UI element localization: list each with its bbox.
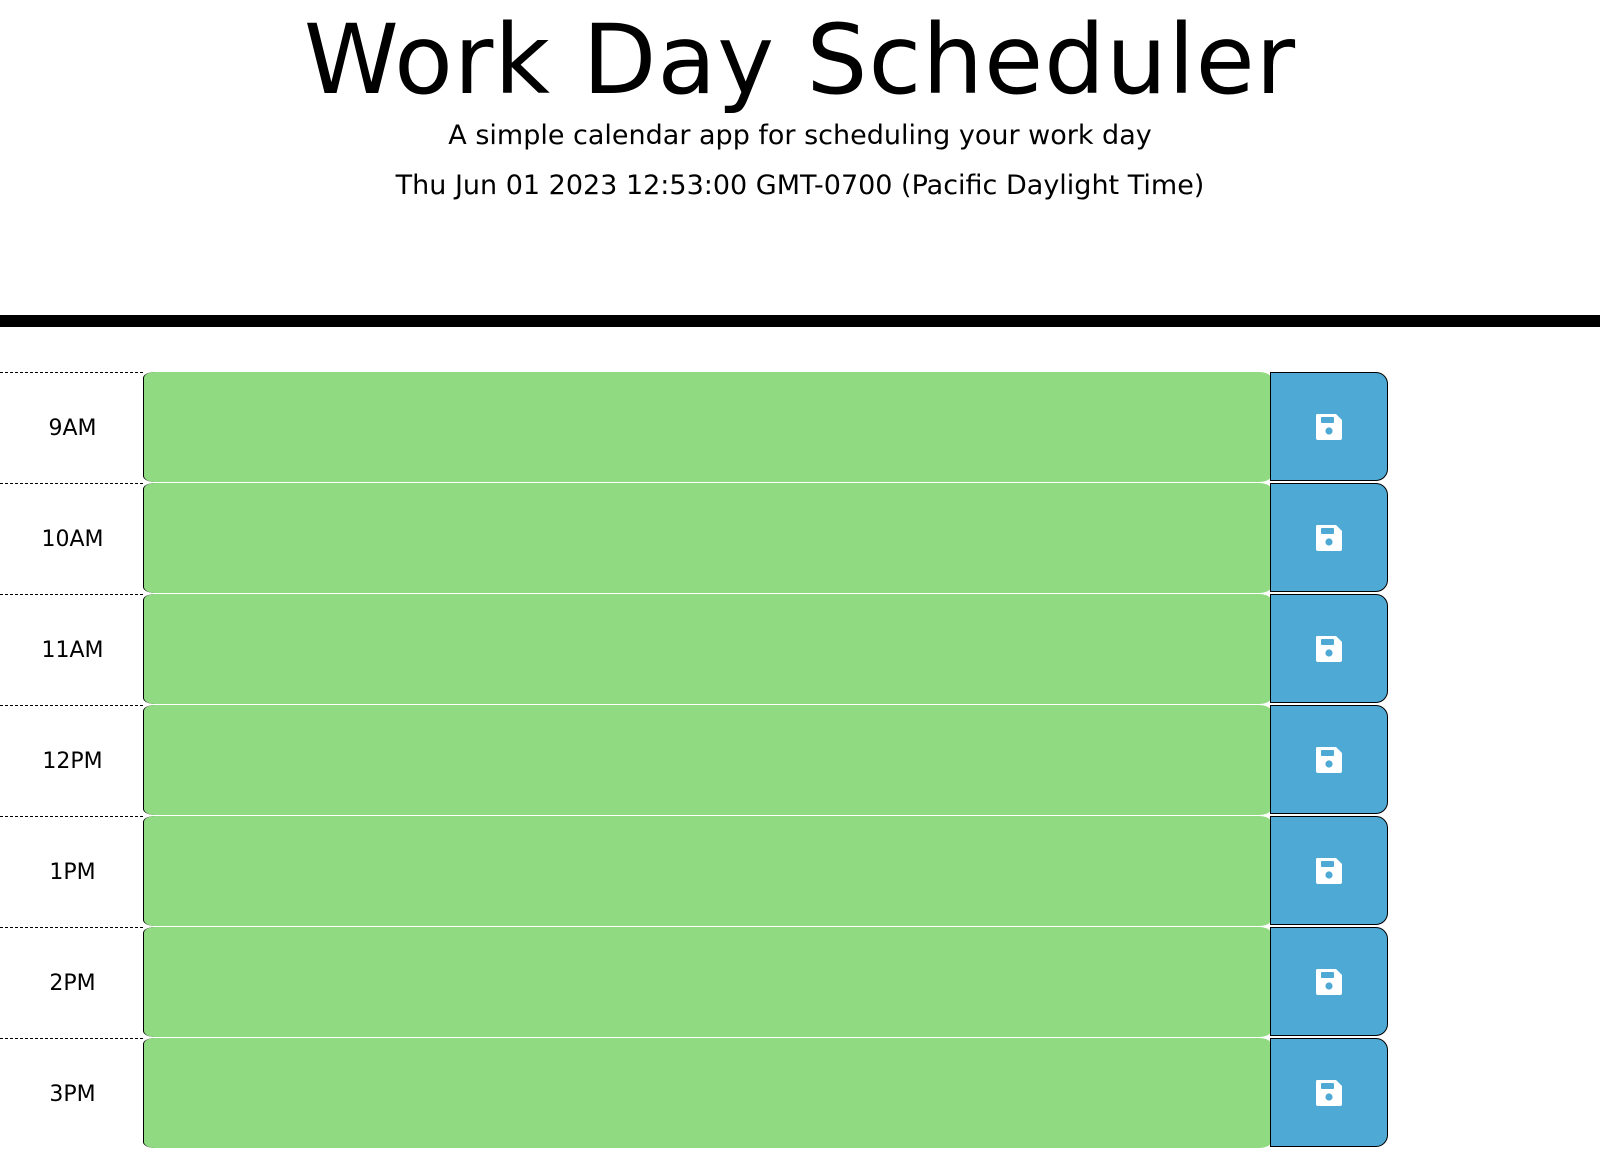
current-day: Thu Jun 01 2023 12:53:00 GMT-0700 (Pacif… [395, 170, 1205, 201]
description-input[interactable] [143, 705, 1271, 815]
description-area [143, 483, 1271, 593]
header-divider [0, 315, 1600, 327]
description-area [143, 927, 1271, 1037]
description-area [143, 705, 1271, 815]
save-icon [1316, 1079, 1342, 1106]
hour-label: 11AM [0, 594, 143, 705]
description-input[interactable] [143, 816, 1271, 926]
description-input[interactable] [143, 927, 1271, 1037]
description-area [143, 1038, 1271, 1148]
description-input[interactable] [143, 1038, 1271, 1148]
hour-label: 12PM [0, 705, 143, 816]
schedule-container: 9AM 10AM 11AM 12PM 1PM 2PM 3PM [0, 372, 1600, 1149]
save-icon [1316, 413, 1342, 440]
description-input[interactable] [143, 594, 1271, 704]
page-title: Work Day Scheduler [303, 4, 1297, 116]
save-button[interactable] [1270, 483, 1388, 592]
page-subtitle: A simple calendar app for scheduling you… [448, 120, 1152, 151]
save-button[interactable] [1270, 927, 1388, 1036]
time-block: 10AM [0, 483, 1390, 594]
description-area [143, 594, 1271, 704]
description-input[interactable] [143, 372, 1271, 482]
save-button[interactable] [1270, 594, 1388, 703]
time-block: 11AM [0, 594, 1390, 705]
time-block: 12PM [0, 705, 1390, 816]
time-block: 9AM [0, 372, 1390, 483]
save-button[interactable] [1270, 816, 1388, 925]
save-icon [1316, 746, 1342, 773]
save-icon [1316, 968, 1342, 995]
hour-label: 2PM [0, 927, 143, 1038]
hour-label: 10AM [0, 483, 143, 594]
time-block: 1PM [0, 816, 1390, 927]
description-area [143, 372, 1271, 482]
header: Work Day Scheduler A simple calendar app… [0, 0, 1600, 315]
hour-label: 3PM [0, 1038, 143, 1149]
save-icon [1316, 524, 1342, 551]
save-icon [1316, 635, 1342, 662]
save-icon [1316, 857, 1342, 884]
description-input[interactable] [143, 483, 1271, 593]
hour-label: 1PM [0, 816, 143, 927]
save-button[interactable] [1270, 372, 1388, 481]
save-button[interactable] [1270, 1038, 1388, 1147]
hour-label: 9AM [0, 372, 143, 483]
time-block: 2PM [0, 927, 1390, 1038]
save-button[interactable] [1270, 705, 1388, 814]
description-area [143, 816, 1271, 926]
time-block: 3PM [0, 1038, 1390, 1149]
